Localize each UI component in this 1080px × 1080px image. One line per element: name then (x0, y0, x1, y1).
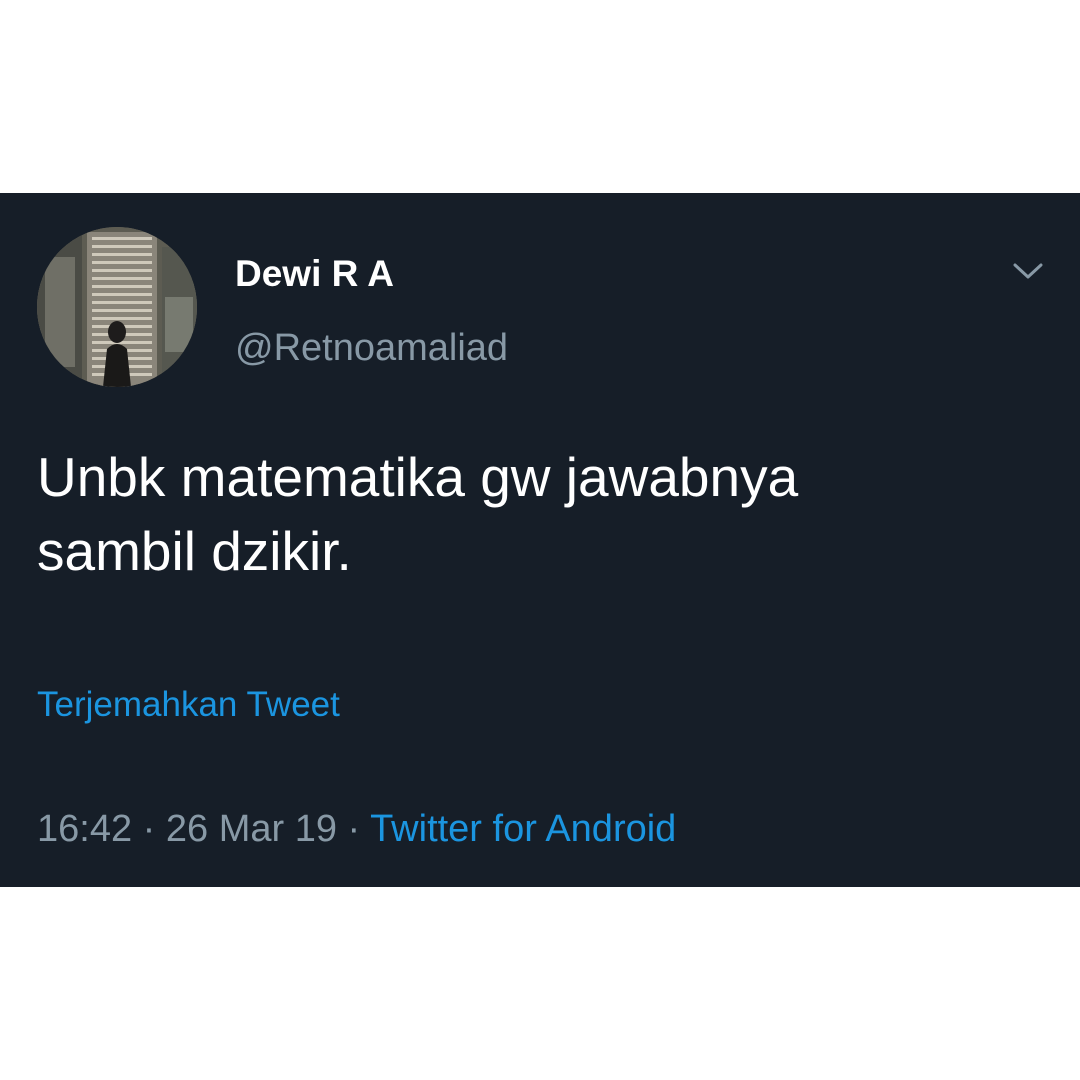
avatar[interactable] (37, 227, 197, 387)
tweet-time[interactable]: 16:42 (37, 808, 132, 850)
separator: · (336, 808, 371, 850)
tweet-text: Unbk matematika gw jawabnya sambil dziki… (37, 440, 1037, 588)
tweet-date[interactable]: 26 Mar 19 (166, 808, 337, 850)
display-name[interactable]: Dewi R A (235, 252, 394, 296)
tweet-text-line: sambil dzikir. (37, 520, 352, 582)
screenshot-frame: Dewi R A @Retnoamaliad Unbk matematika g… (0, 0, 1080, 1080)
translate-tweet-link[interactable]: Terjemahkan Tweet (37, 684, 340, 726)
tweet-source-link[interactable]: Twitter for Android (370, 808, 676, 850)
avatar-photo (37, 227, 197, 387)
chevron-down-icon[interactable] (1010, 256, 1046, 286)
tweet-metadata: 16:42 · 26 Mar 19 · Twitter for Android (37, 806, 676, 852)
tweet-text-line: Unbk matematika gw jawabnya (37, 446, 799, 508)
separator: · (132, 808, 166, 850)
user-handle[interactable]: @Retnoamaliad (235, 326, 508, 370)
